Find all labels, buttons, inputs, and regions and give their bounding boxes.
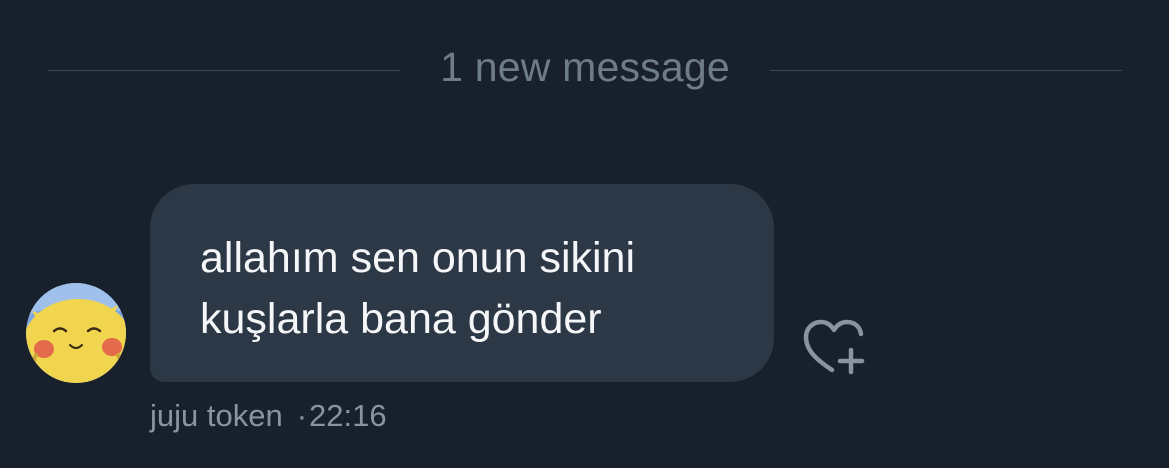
sender-avatar[interactable] xyxy=(26,283,126,383)
heart-plus-icon xyxy=(803,319,865,375)
message-meta: juju token ·22:16 xyxy=(150,396,387,436)
pikachu-avatar-icon xyxy=(26,283,126,383)
message-bubble[interactable]: allahım sen onun sikini kuşlarla bana gö… xyxy=(150,184,774,382)
new-message-divider-label: 1 new message xyxy=(440,44,730,90)
message-timestamp: 22:16 xyxy=(309,398,387,433)
add-reaction-button[interactable] xyxy=(802,318,868,378)
meta-separator: · xyxy=(296,398,308,433)
message-text: allahım sen onun sikini kuşlarla bana gö… xyxy=(200,234,636,343)
new-message-divider-left xyxy=(48,70,400,71)
sender-name[interactable]: juju token xyxy=(150,398,283,433)
new-message-divider-right xyxy=(770,70,1122,71)
dm-conversation: 1 new message allahım sen onun sikini ku… xyxy=(0,0,1169,468)
